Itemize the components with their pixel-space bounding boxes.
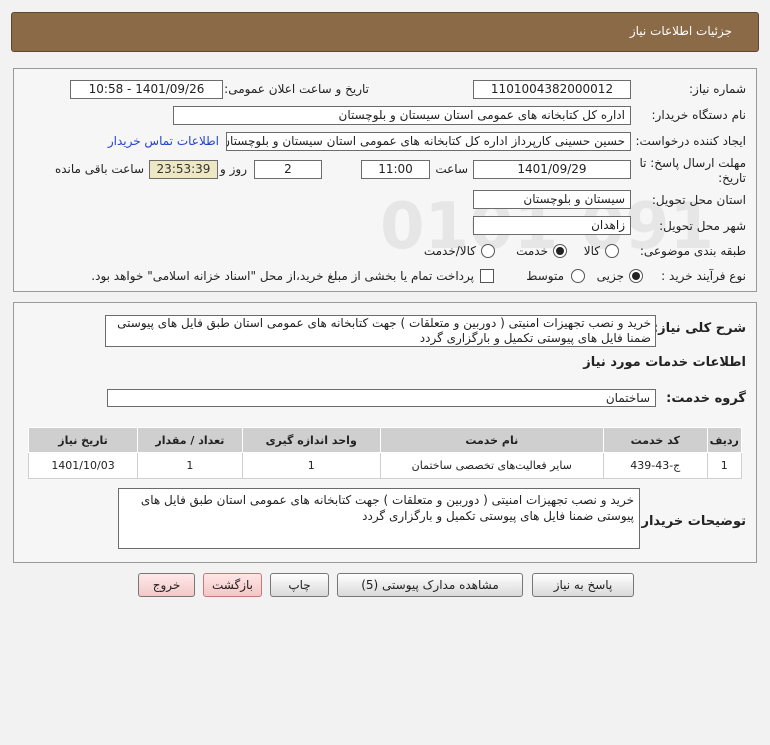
deadline-days-field: 2 bbox=[254, 160, 322, 179]
deadline-time-label: ساعت bbox=[435, 162, 468, 176]
exit-button[interactable]: خروج bbox=[138, 573, 195, 597]
reply-button[interactable]: پاسخ به نیاز bbox=[532, 573, 634, 597]
buyer-contact-link[interactable]: اطلاعات تماس خریدار bbox=[108, 134, 219, 148]
category-radio-goods-service[interactable] bbox=[481, 244, 495, 258]
process-radio-medium[interactable] bbox=[571, 269, 585, 283]
category-radio-service[interactable] bbox=[553, 244, 567, 258]
announce-label: تاریخ و ساعت اعلان عمومی: bbox=[224, 82, 369, 96]
category-option-goods-service: کالا/خدمت bbox=[423, 244, 476, 258]
remaining-time-field: 23:53:39 bbox=[149, 160, 218, 179]
service-group-field: ساختمان bbox=[107, 389, 656, 407]
services-table: ردیف کد خدمت نام خدمت واحد اندازه گیری ت… bbox=[27, 427, 743, 479]
buyer-notes-label: توضیحات خریدار: bbox=[636, 514, 746, 529]
back-button[interactable]: بازگشت bbox=[203, 573, 262, 597]
services-title: اطلاعات خدمات مورد نیاز bbox=[583, 355, 746, 370]
category-radio-goods[interactable] bbox=[605, 244, 619, 258]
cell-service-code: ج-43-439 bbox=[602, 452, 708, 479]
page-header: جزئیات اطلاعات نیاز bbox=[11, 12, 759, 52]
col-header-service-name: نام خدمت bbox=[379, 427, 604, 453]
category-option-goods: کالا bbox=[583, 244, 600, 258]
view-attachments-button[interactable]: مشاهده مدارک پیوستی (5) bbox=[337, 573, 523, 597]
province-field: سیستان و بلوچستان bbox=[473, 190, 631, 209]
buyer-notes-field: خرید و نصب تجهیزات امنیتی ( دوربین و متع… bbox=[118, 488, 640, 549]
treasury-payment-checkbox[interactable] bbox=[480, 269, 494, 283]
cell-need-date: 1401/10/03 bbox=[27, 452, 139, 479]
category-option-service: خدمت bbox=[516, 244, 548, 258]
province-label: استان محل تحویل: bbox=[651, 193, 746, 207]
city-label: شهر محل تحویل: bbox=[659, 219, 746, 233]
cell-service-name: سایر فعالیت‌های تخصصی ساختمان bbox=[379, 452, 604, 479]
remaining-time-label: ساعت باقی مانده bbox=[54, 162, 144, 176]
process-label: نوع فرآیند خرید : bbox=[661, 269, 746, 283]
page-title: جزئیات اطلاعات نیاز bbox=[629, 24, 732, 38]
process-option-medium: متوسط bbox=[526, 269, 564, 283]
process-option-minor: جزیی bbox=[596, 269, 624, 283]
deadline-label-line2: تاریخ: bbox=[718, 171, 746, 185]
col-header-unit: واحد اندازه گیری bbox=[241, 427, 381, 453]
cell-quantity: 1 bbox=[137, 452, 243, 479]
buyer-org-label: نام دستگاه خریدار: bbox=[651, 108, 747, 122]
creator-label: ایجاد کننده درخواست: bbox=[635, 134, 746, 148]
city-field: زاهدان bbox=[473, 216, 631, 235]
col-header-quantity: تعداد / مقدار bbox=[137, 427, 243, 453]
summary-field: خرید و نصب تجهیزات امنیتی ( دوربین و متع… bbox=[105, 315, 656, 347]
deadline-date-field: 1401/09/29 bbox=[473, 160, 631, 179]
deadline-days-label: روز و bbox=[220, 162, 247, 176]
col-header-need-date: تاریخ نیاز bbox=[27, 427, 139, 453]
need-info-panel bbox=[13, 68, 757, 292]
deadline-label-line1: مهلت ارسال پاسخ: تا bbox=[639, 156, 746, 170]
creator-field: حسین حسینی کارپرداز اداره کل کتابخانه ها… bbox=[226, 132, 631, 151]
process-radio-minor[interactable] bbox=[629, 269, 643, 283]
col-header-row-num: ردیف bbox=[706, 427, 743, 453]
treasury-payment-note: پرداخت تمام یا بخشی از مبلغ خرید،از محل … bbox=[91, 269, 474, 283]
announce-field: 1401/09/26 - 10:58 bbox=[70, 80, 223, 99]
table-row: 1 ج-43-439 سایر فعالیت‌های تخصصی ساختمان… bbox=[27, 452, 743, 479]
cell-unit: 1 bbox=[241, 452, 381, 479]
service-group-label: گروه خدمت: bbox=[666, 391, 746, 406]
category-label: طبقه بندی موضوعی: bbox=[639, 244, 746, 258]
print-button[interactable]: چاپ bbox=[270, 573, 329, 597]
deadline-time-field: 11:00 bbox=[361, 160, 430, 179]
need-number-label: شماره نیاز: bbox=[689, 82, 746, 96]
cell-row-num: 1 bbox=[706, 452, 743, 479]
table-header-row: ردیف کد خدمت نام خدمت واحد اندازه گیری ت… bbox=[27, 427, 743, 453]
col-header-service-code: کد خدمت bbox=[602, 427, 708, 453]
summary-label: شرح کلی نیاز: bbox=[652, 321, 746, 336]
buyer-org-field: اداره کل کتابخانه های عمومی استان سیستان… bbox=[173, 106, 631, 125]
need-number-field: 1101004382000012 bbox=[473, 80, 631, 99]
